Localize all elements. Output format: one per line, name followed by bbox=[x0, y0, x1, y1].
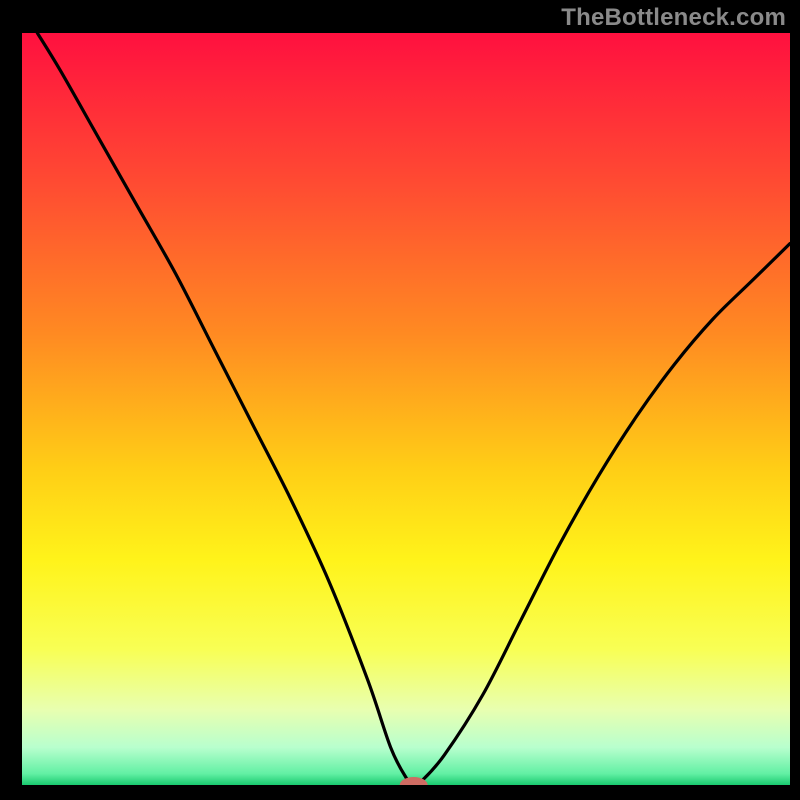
watermark-label: TheBottleneck.com bbox=[561, 4, 786, 32]
optimal-point-marker bbox=[400, 777, 428, 793]
chart-frame: TheBottleneck.com bbox=[0, 0, 800, 800]
bottleneck-chart bbox=[0, 0, 800, 800]
plot-background bbox=[22, 33, 790, 785]
